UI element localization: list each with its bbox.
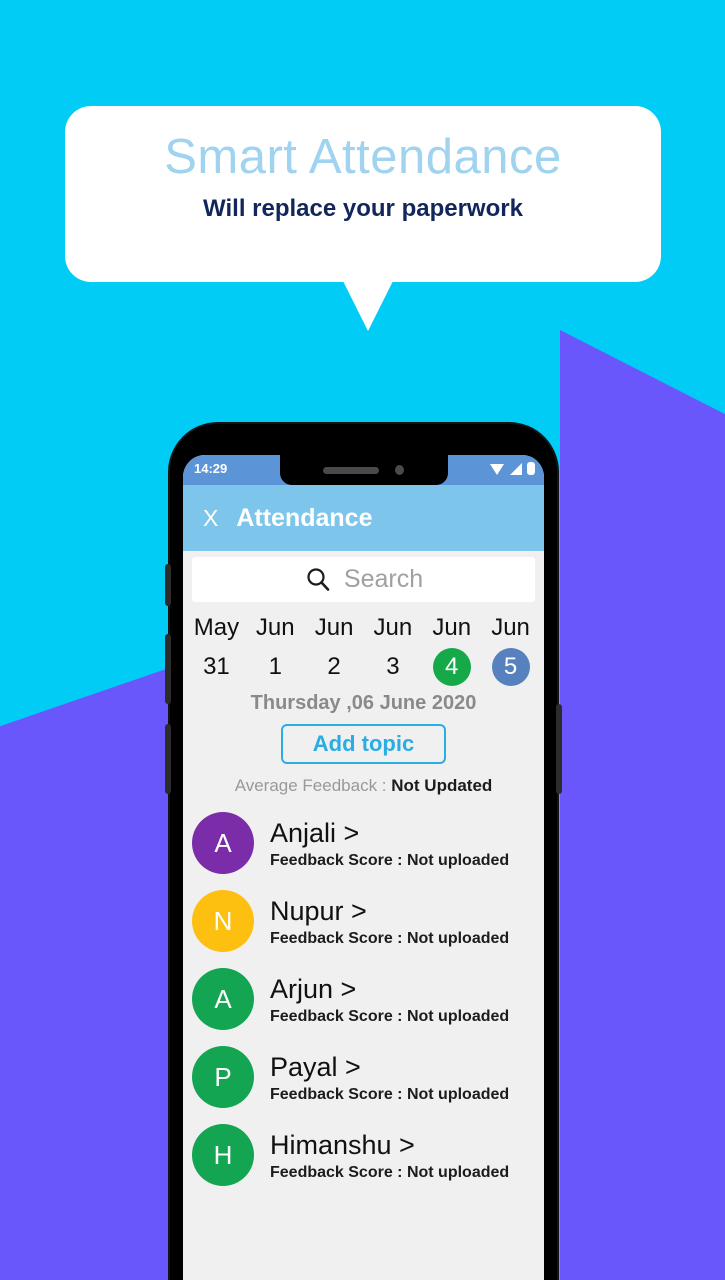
promo-callout-bubble: Smart Attendance Will replace your paper…: [65, 106, 661, 282]
date-number[interactable]: 31: [203, 653, 230, 681]
close-icon[interactable]: X: [203, 506, 218, 530]
phone-power-button[interactable]: [556, 704, 562, 794]
date-cell[interactable]: Jun 2: [305, 612, 364, 690]
date-month-label: Jun: [255, 614, 295, 641]
student-row[interactable]: P Payal > Feedback Score : Not uploaded: [183, 1038, 544, 1116]
date-number-row: 3: [363, 644, 422, 690]
wifi-icon: [490, 463, 504, 475]
battery-icon: [527, 462, 535, 475]
status-bar-icons: [489, 461, 536, 476]
phone-volume-up-button[interactable]: [165, 634, 171, 704]
date-number-row: 5: [481, 644, 540, 690]
student-list: A Anjali > Feedback Score : Not uploaded N N…: [183, 804, 544, 1194]
date-cell[interactable]: May 31: [187, 612, 246, 690]
student-row[interactable]: A Anjali > Feedback Score : Not uploaded: [183, 804, 544, 882]
phone-mute-button[interactable]: [165, 564, 171, 606]
add-topic-button[interactable]: Add topic: [280, 724, 447, 764]
promo-subtitle: Will replace your paperwork: [203, 195, 523, 222]
average-feedback-label: Average Feedback :: [234, 776, 392, 795]
search-placeholder-text: Search: [343, 565, 424, 593]
student-name[interactable]: Arjun >: [270, 973, 544, 1005]
date-month-label: May: [193, 614, 240, 641]
student-feedback-score: Feedback Score : Not uploaded: [270, 1163, 510, 1181]
date-number-row: 1: [246, 644, 305, 690]
date-month-label: Jun: [491, 614, 530, 641]
date-number-selected[interactable]: 5: [491, 648, 530, 686]
avatar: H: [192, 1124, 254, 1186]
search-icon: [307, 567, 330, 591]
student-info: Himanshu > Feedback Score : Not uploaded: [270, 1129, 544, 1182]
promo-screenshot: Smart Attendance Will replace your paper…: [0, 0, 725, 1280]
promo-callout-tail: [343, 281, 393, 331]
phone-notch: [279, 455, 448, 485]
date-month-label: Jun: [432, 614, 472, 641]
date-number-row: 31: [187, 644, 246, 690]
date-cell[interactable]: Jun 3: [363, 612, 422, 690]
speaker-grille-icon: [323, 466, 379, 474]
date-number[interactable]: 3: [386, 653, 399, 681]
average-feedback-value: Not Updated: [391, 776, 493, 795]
avatar: N: [192, 890, 254, 952]
date-number-row: 2: [305, 644, 364, 690]
student-info: Arjun > Feedback Score : Not uploaded: [270, 973, 544, 1026]
status-bar-clock: 14:29: [194, 461, 228, 476]
date-strip[interactable]: May 31 Jun 1 Jun 2 Jun 3 Jun 4 Jun 5: [183, 606, 544, 690]
selected-date-label: Thursday ,06 June 2020: [250, 692, 477, 714]
search-input[interactable]: Search: [192, 557, 535, 602]
app-bar: X Attendance: [183, 485, 544, 551]
status-bar: 14:29: [183, 455, 544, 485]
student-feedback-score: Feedback Score : Not uploaded: [270, 1007, 510, 1025]
student-row[interactable]: A Arjun > Feedback Score : Not uploaded: [183, 960, 544, 1038]
phone-volume-down-button[interactable]: [165, 724, 171, 794]
student-name[interactable]: Himanshu >: [270, 1129, 544, 1161]
phone-mockup: 14:29 X Attendance Search May 31 Jun 1 J…: [165, 424, 562, 1280]
date-month-label: Jun: [373, 614, 413, 641]
date-cell[interactable]: Jun 4: [422, 612, 481, 690]
promo-title: Smart Attendance: [164, 130, 562, 184]
student-row[interactable]: N Nupur > Feedback Score : Not uploaded: [183, 882, 544, 960]
date-month-label: Jun: [314, 614, 354, 641]
phone-screen: 14:29 X Attendance Search May 31 Jun 1 J…: [183, 455, 544, 1280]
student-info: Payal > Feedback Score : Not uploaded: [270, 1051, 544, 1104]
signal-icon: [510, 462, 522, 475]
student-row[interactable]: H Himanshu > Feedback Score : Not uploaded: [183, 1116, 544, 1194]
front-camera-icon: [395, 465, 404, 475]
student-feedback-score: Feedback Score : Not uploaded: [270, 851, 510, 869]
avatar: P: [192, 1046, 254, 1108]
date-number[interactable]: 1: [269, 653, 282, 681]
date-number-selected[interactable]: 4: [432, 648, 471, 686]
date-number-row: 4: [422, 644, 481, 690]
date-cell[interactable]: Jun 5: [481, 612, 540, 690]
student-name[interactable]: Payal >: [270, 1051, 544, 1083]
student-feedback-score: Feedback Score : Not uploaded: [270, 929, 510, 947]
date-cell[interactable]: Jun 1: [246, 612, 305, 690]
average-feedback: Average Feedback : Not Updated: [183, 776, 544, 796]
student-feedback-score: Feedback Score : Not uploaded: [270, 1085, 510, 1103]
avatar: A: [192, 812, 254, 874]
student-name[interactable]: Anjali >: [270, 817, 544, 849]
page-title: Attendance: [236, 503, 373, 532]
student-name[interactable]: Nupur >: [270, 895, 544, 927]
student-info: Nupur > Feedback Score : Not uploaded: [270, 895, 544, 948]
decorative-purple-shape-right: [560, 330, 725, 1280]
search-section: Search: [183, 551, 544, 606]
date-number[interactable]: 2: [327, 653, 340, 681]
student-info: Anjali > Feedback Score : Not uploaded: [270, 817, 544, 870]
avatar: A: [192, 968, 254, 1030]
